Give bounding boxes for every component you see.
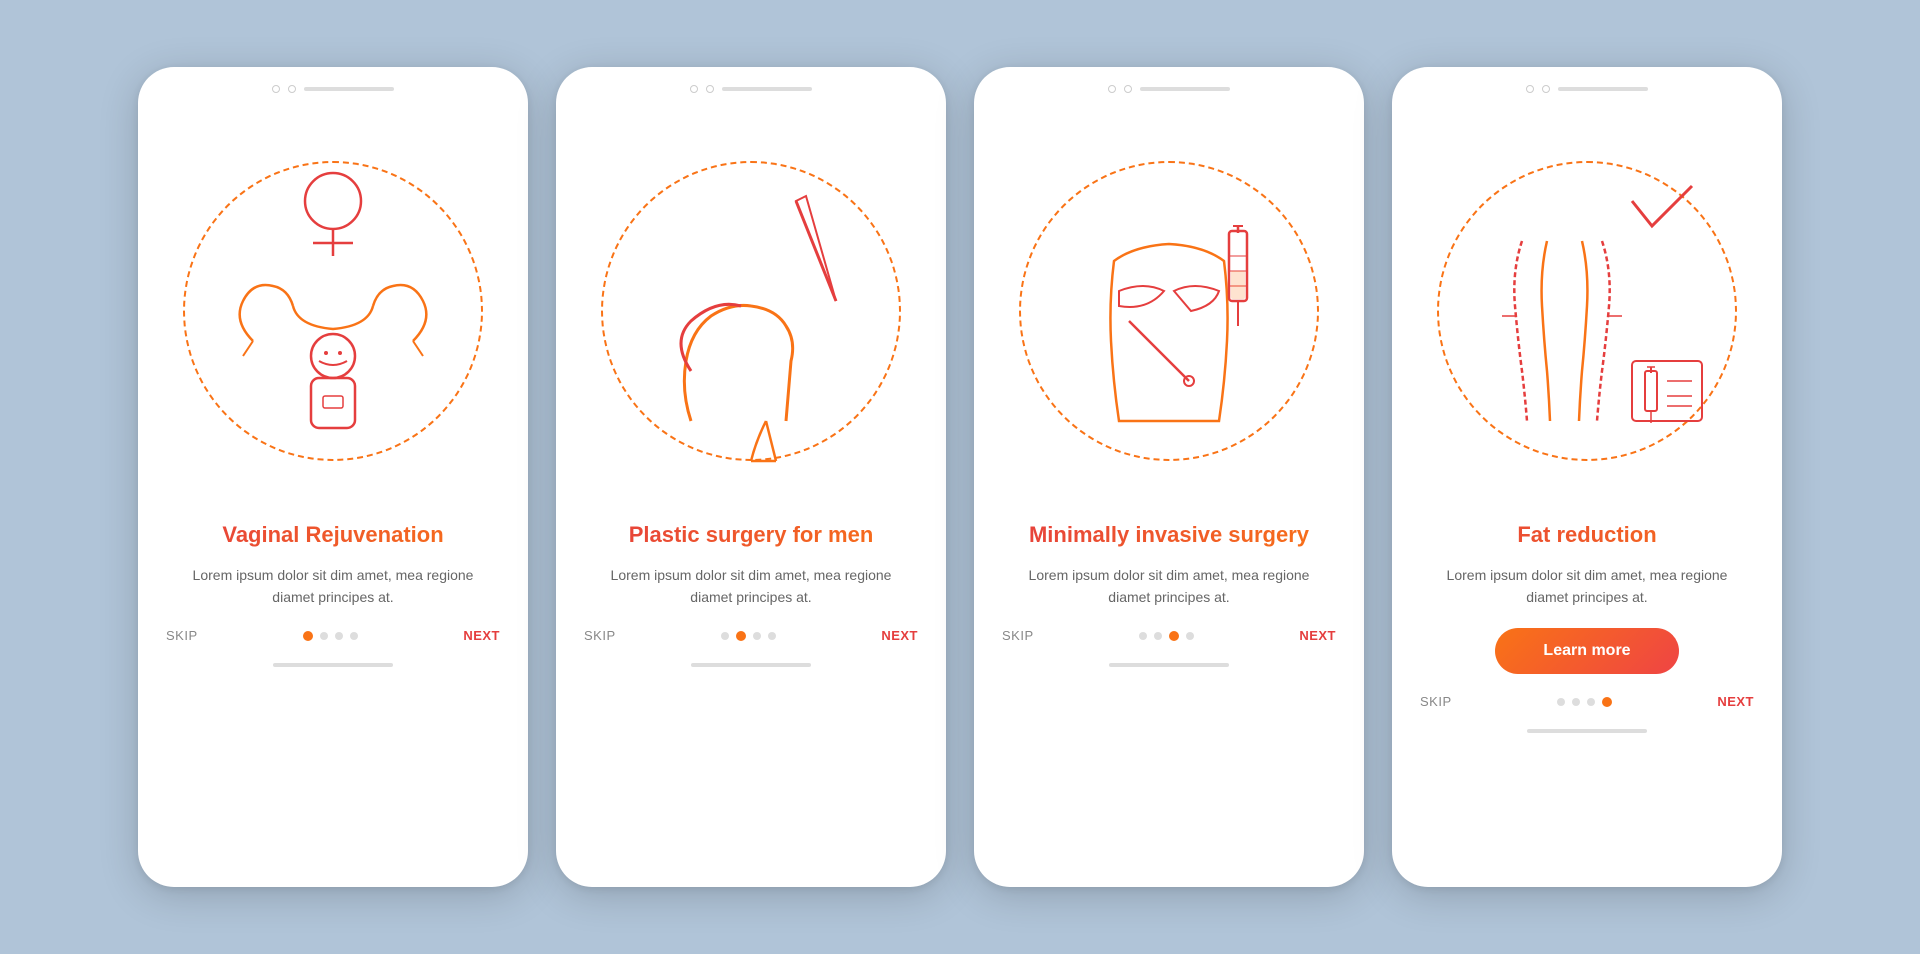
status-dot <box>288 85 296 93</box>
nav-dots-1 <box>303 631 358 641</box>
bottom-line-4 <box>1527 729 1647 733</box>
learn-more-button[interactable]: Learn more <box>1495 628 1678 674</box>
illustration-area-3 <box>974 101 1364 521</box>
vaginal-rejuvenation-icon <box>193 141 473 481</box>
card-description-3: Lorem ipsum dolor sit dim amet, mea regi… <box>1006 564 1332 609</box>
next-button-2[interactable]: NEXT <box>881 628 918 643</box>
phone-card-fat-reduction: Fat reduction Lorem ipsum dolor sit dim … <box>1392 67 1782 887</box>
status-line <box>304 87 394 91</box>
card-title-1: Vaginal Rejuvenation <box>170 521 496 550</box>
status-bar-1 <box>138 67 528 101</box>
status-dot <box>706 85 714 93</box>
status-dot <box>1526 85 1534 93</box>
nav-dot <box>753 632 761 640</box>
nav-dot <box>721 632 729 640</box>
next-button-1[interactable]: NEXT <box>463 628 500 643</box>
phone-card-plastic-surgery: Plastic surgery for men Lorem ipsum dolo… <box>556 67 946 887</box>
nav-dot-active <box>1169 631 1179 641</box>
status-dot <box>690 85 698 93</box>
card-title-2: Plastic surgery for men <box>588 521 914 550</box>
content-area-2: Plastic surgery for men Lorem ipsum dolo… <box>556 521 946 628</box>
nav-dot <box>1557 698 1565 706</box>
bottom-nav-4: SKIP NEXT <box>1392 694 1782 729</box>
nav-dot-active <box>736 631 746 641</box>
nav-dot-active <box>1602 697 1612 707</box>
nav-dots-3 <box>1139 631 1194 641</box>
nav-dot <box>1587 698 1595 706</box>
nav-dot <box>320 632 328 640</box>
illustration-area-2 <box>556 101 946 521</box>
phone-card-minimally-invasive: Minimally invasive surgery Lorem ipsum d… <box>974 67 1364 887</box>
illustration-area-4 <box>1392 101 1782 521</box>
next-button-4[interactable]: NEXT <box>1717 694 1754 709</box>
nav-dot <box>1572 698 1580 706</box>
status-bar-2 <box>556 67 946 101</box>
card-description-1: Lorem ipsum dolor sit dim amet, mea regi… <box>170 564 496 609</box>
status-dot <box>1124 85 1132 93</box>
skip-button-1[interactable]: SKIP <box>166 628 198 643</box>
nav-dots-4 <box>1557 697 1612 707</box>
card-description-4: Lorem ipsum dolor sit dim amet, mea regi… <box>1424 564 1750 609</box>
nav-dot <box>335 632 343 640</box>
skip-button-4[interactable]: SKIP <box>1420 694 1452 709</box>
nav-dot <box>1139 632 1147 640</box>
nav-dot-active <box>303 631 313 641</box>
bottom-line-3 <box>1109 663 1229 667</box>
skip-button-2[interactable]: SKIP <box>584 628 616 643</box>
status-dot <box>272 85 280 93</box>
status-line <box>1140 87 1230 91</box>
phone-card-vaginal-rejuvenation: Vaginal Rejuvenation Lorem ipsum dolor s… <box>138 67 528 887</box>
nav-dots-2 <box>721 631 776 641</box>
status-line <box>1558 87 1648 91</box>
bottom-line-2 <box>691 663 811 667</box>
status-dot <box>1542 85 1550 93</box>
card-title-4: Fat reduction <box>1424 521 1750 550</box>
minimally-invasive-icon <box>1029 141 1309 481</box>
bottom-nav-1: SKIP NEXT <box>138 628 528 663</box>
status-bar-4 <box>1392 67 1782 101</box>
content-area-4: Fat reduction Lorem ipsum dolor sit dim … <box>1392 521 1782 694</box>
bottom-line-1 <box>273 663 393 667</box>
card-title-3: Minimally invasive surgery <box>1006 521 1332 550</box>
nav-dot <box>1186 632 1194 640</box>
status-dot <box>1108 85 1116 93</box>
fat-reduction-icon <box>1447 141 1727 481</box>
screens-container: Vaginal Rejuvenation Lorem ipsum dolor s… <box>98 27 1822 927</box>
nav-dot <box>768 632 776 640</box>
illustration-area-1 <box>138 101 528 521</box>
bottom-nav-2: SKIP NEXT <box>556 628 946 663</box>
nav-dot <box>1154 632 1162 640</box>
status-line <box>722 87 812 91</box>
content-area-1: Vaginal Rejuvenation Lorem ipsum dolor s… <box>138 521 528 628</box>
status-bar-3 <box>974 67 1364 101</box>
plastic-surgery-icon <box>611 141 891 481</box>
card-description-2: Lorem ipsum dolor sit dim amet, mea regi… <box>588 564 914 609</box>
skip-button-3[interactable]: SKIP <box>1002 628 1034 643</box>
content-area-3: Minimally invasive surgery Lorem ipsum d… <box>974 521 1364 628</box>
nav-dot <box>350 632 358 640</box>
bottom-nav-3: SKIP NEXT <box>974 628 1364 663</box>
next-button-3[interactable]: NEXT <box>1299 628 1336 643</box>
